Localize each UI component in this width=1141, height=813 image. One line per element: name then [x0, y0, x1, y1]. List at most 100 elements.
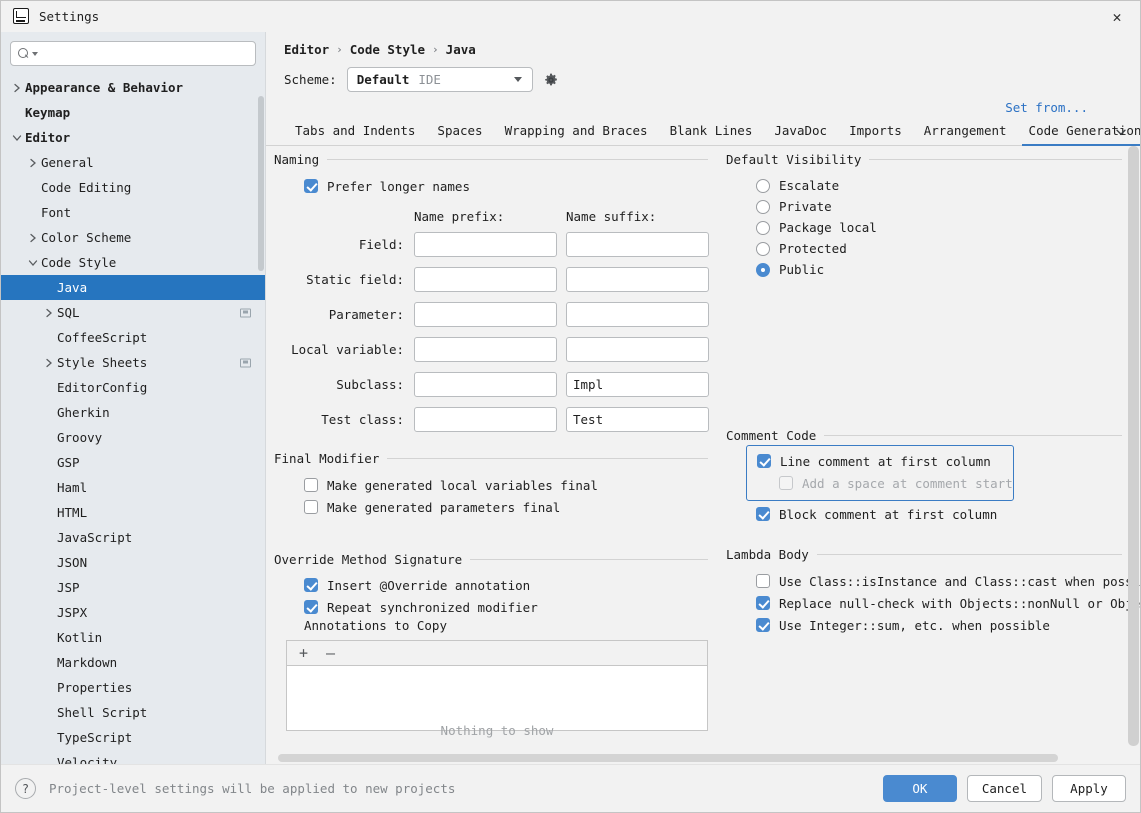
final-modifier-1-checkbox[interactable]	[304, 500, 318, 514]
visibility-protected-radio[interactable]	[756, 241, 770, 256]
close-icon[interactable]: ✕	[1094, 1, 1140, 32]
override-option-0-checkbox[interactable]	[304, 578, 318, 592]
visibility-escalate-row[interactable]: Escalate	[726, 175, 1140, 196]
sidebar-item-jspx[interactable]: JSPX	[1, 600, 265, 625]
suffix-input-test-class[interactable]: Test	[566, 407, 709, 432]
sidebar-item-properties[interactable]: Properties	[1, 675, 265, 700]
prefix-input-subclass[interactable]	[414, 372, 557, 397]
visibility-public-row[interactable]: Public	[726, 259, 1140, 280]
sidebar-item-keymap[interactable]: Keymap	[1, 100, 265, 125]
prefer-longer-names-checkbox[interactable]	[304, 179, 318, 193]
prefix-input-parameter[interactable]	[414, 302, 557, 327]
search-input[interactable]	[10, 41, 256, 66]
suffix-input-field[interactable]	[566, 232, 709, 257]
breadcrumb-item-0[interactable]: Editor	[284, 42, 329, 57]
apply-button[interactable]: Apply	[1052, 775, 1126, 802]
sidebar-item-javascript[interactable]: JavaScript	[1, 525, 265, 550]
tab-imports[interactable]: Imports	[838, 123, 913, 145]
final-modifier-1-row[interactable]: Make generated parameters final	[274, 496, 726, 518]
sidebar-item-haml[interactable]: Haml	[1, 475, 265, 500]
override-option-1-row[interactable]: Repeat synchronized modifier	[274, 596, 726, 618]
chevron-right-icon[interactable]	[41, 308, 57, 318]
chevron-down-icon[interactable]	[25, 259, 41, 267]
chevron-right-icon[interactable]	[9, 83, 25, 93]
content-scrollbar-thumb[interactable]	[1128, 146, 1139, 746]
lambda-option-0-checkbox[interactable]	[756, 574, 770, 588]
final-modifier-0-row[interactable]: Make generated local variables final	[274, 474, 726, 496]
sidebar-item-kotlin[interactable]: Kotlin	[1, 625, 265, 650]
block-comment-checkbox[interactable]	[756, 507, 770, 521]
lambda-option-0-row[interactable]: Use Class::isInstance and Class::cast wh…	[726, 570, 1140, 592]
chevron-right-icon[interactable]	[25, 233, 41, 243]
sidebar-item-jsp[interactable]: JSP	[1, 575, 265, 600]
prefix-input-local-variable[interactable]	[414, 337, 557, 362]
chevron-down-icon[interactable]	[1112, 123, 1130, 141]
override-option-0-row[interactable]: Insert @Override annotation	[274, 574, 726, 596]
suffix-input-subclass[interactable]: Impl	[566, 372, 709, 397]
sidebar-item-editorconfig[interactable]: EditorConfig	[1, 375, 265, 400]
scheme-select[interactable]: Default IDE	[346, 67, 533, 92]
sidebar-item-font[interactable]: Font	[1, 200, 265, 225]
lambda-option-2-row[interactable]: Use Integer::sum, etc. when possible	[726, 614, 1140, 636]
visibility-private-radio[interactable]	[756, 199, 770, 214]
ok-button[interactable]: OK	[882, 775, 957, 802]
prefix-input-field[interactable]	[414, 232, 557, 257]
settings-tree[interactable]: Appearance & Behavior Keymap Editor General…	[1, 72, 265, 764]
chevron-down-icon[interactable]	[9, 134, 25, 142]
sidebar-item-code-editing[interactable]: Code Editing	[1, 175, 265, 200]
visibility-escalate-radio[interactable]	[756, 178, 770, 193]
suffix-input-local-variable[interactable]	[566, 337, 709, 362]
sidebar-item-general[interactable]: General	[1, 150, 265, 175]
sidebar-item-style-sheets[interactable]: Style Sheets	[1, 350, 265, 375]
override-option-1-checkbox[interactable]	[304, 600, 318, 614]
tab-javadoc[interactable]: JavaDoc	[763, 123, 838, 145]
tab-arrangement[interactable]: Arrangement	[913, 123, 1018, 145]
tab-spaces[interactable]: Spaces	[426, 123, 493, 145]
prefer-longer-names-row[interactable]: Prefer longer names	[274, 175, 726, 197]
sidebar-item-markdown[interactable]: Markdown	[1, 650, 265, 675]
sidebar-item-velocity[interactable]: Velocity	[1, 750, 265, 764]
sidebar-item-groovy[interactable]: Groovy	[1, 425, 265, 450]
lambda-option-1-checkbox[interactable]	[756, 596, 770, 610]
tab-tabs-and-indents[interactable]: Tabs and Indents	[284, 123, 426, 145]
sidebar-item-typescript[interactable]: TypeScript	[1, 725, 265, 750]
visibility-public-radio[interactable]	[756, 262, 770, 277]
tab-wrapping-and-braces[interactable]: Wrapping and Braces	[494, 123, 659, 145]
sidebar-item-java[interactable]: Java	[1, 275, 265, 300]
sidebar-item-html[interactable]: HTML	[1, 500, 265, 525]
prefix-input-static-field[interactable]	[414, 267, 557, 292]
chevron-right-icon[interactable]	[25, 158, 41, 168]
visibility-protected-row[interactable]: Protected	[726, 238, 1140, 259]
add-annotation-button[interactable]: +	[299, 644, 308, 662]
visibility-package-local-row[interactable]: Package local	[726, 217, 1140, 238]
sidebar-item-sql[interactable]: SQL	[1, 300, 265, 325]
line-comment-row[interactable]: Line comment at first column	[747, 450, 1013, 472]
breadcrumb-item-1[interactable]: Code Style	[350, 42, 425, 57]
sidebar-item-editor[interactable]: Editor	[1, 125, 265, 150]
sidebar-item-code-style[interactable]: Code Style	[1, 250, 265, 275]
block-comment-row[interactable]: Block comment at first column	[726, 503, 1140, 525]
sidebar-item-json[interactable]: JSON	[1, 550, 265, 575]
sidebar-item-gsp[interactable]: GSP	[1, 450, 265, 475]
prefix-input-test-class[interactable]	[414, 407, 557, 432]
sidebar-item-gherkin[interactable]: Gherkin	[1, 400, 265, 425]
suffix-input-static-field[interactable]	[566, 267, 709, 292]
visibility-private-row[interactable]: Private	[726, 196, 1140, 217]
sidebar-item-shell-script[interactable]: Shell Script	[1, 700, 265, 725]
gear-icon[interactable]	[543, 72, 559, 88]
final-modifier-0-checkbox[interactable]	[304, 478, 318, 492]
sidebar-item-coffeescript[interactable]: CoffeeScript	[1, 325, 265, 350]
visibility-package-local-radio[interactable]	[756, 220, 770, 235]
sidebar-item-appearance-behavior[interactable]: Appearance & Behavior	[1, 75, 265, 100]
remove-annotation-button[interactable]: –	[326, 644, 335, 662]
content-hscrollbar-thumb[interactable]	[278, 754, 1058, 762]
line-comment-checkbox[interactable]	[757, 454, 771, 468]
sidebar-scrollbar[interactable]	[257, 96, 265, 656]
annotations-list[interactable]: Nothing to show	[287, 666, 707, 738]
cancel-button[interactable]: Cancel	[966, 775, 1042, 802]
sidebar-scrollbar-thumb[interactable]	[258, 96, 264, 271]
chevron-right-icon[interactable]	[41, 358, 57, 368]
help-icon[interactable]: ?	[15, 778, 36, 799]
sidebar-item-color-scheme[interactable]: Color Scheme	[1, 225, 265, 250]
content-horizontal-scrollbar[interactable]	[266, 752, 1140, 764]
